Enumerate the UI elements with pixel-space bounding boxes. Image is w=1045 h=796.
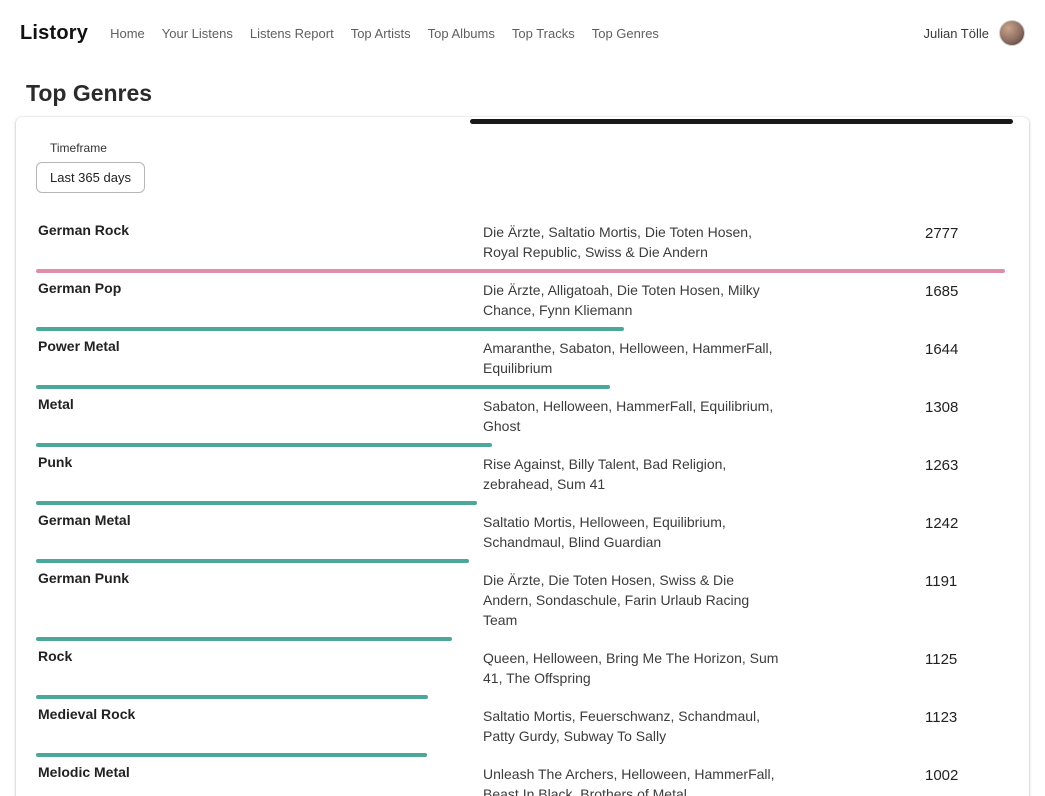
genre-row: Rock Queen, Helloween, Bring Me The Hori… (36, 641, 1005, 699)
genre-name: Punk (36, 454, 483, 470)
top-genres-card: Timeframe Last 365 days German Rock Die … (16, 117, 1029, 796)
genre-bar-track (36, 559, 1005, 563)
nav-item-top-artists[interactable]: Top Artists (351, 26, 411, 41)
genre-count: 1263 (783, 454, 1005, 474)
genre-name: Power Metal (36, 338, 483, 354)
genre-name: German Punk (36, 570, 483, 586)
genre-row: German Metal Saltatio Mortis, Helloween,… (36, 505, 1005, 563)
genre-bar (36, 443, 492, 447)
genre-count: 1123 (783, 706, 1005, 726)
genre-name: German Metal (36, 512, 483, 528)
genre-row: Medieval Rock Saltatio Mortis, Feuerschw… (36, 699, 1005, 757)
genre-bar-track (36, 443, 1005, 447)
genres-table: German Rock Die Ärzte, Saltatio Mortis, … (36, 215, 1005, 796)
genre-name: German Rock (36, 222, 483, 238)
genre-count: 1125 (783, 648, 1005, 668)
user-name: Julian Tölle (923, 26, 989, 41)
genre-bar (36, 559, 469, 563)
genre-bar (36, 637, 452, 641)
genre-row: German Punk Die Ärzte, Die Toten Hosen, … (36, 563, 1005, 641)
genre-row: Melodic Metal Unleash The Archers, Hello… (36, 757, 1005, 796)
genre-bar (36, 269, 1005, 273)
genre-bar (36, 385, 610, 389)
genre-artists: Queen, Helloween, Bring Me The Horizon, … (483, 648, 783, 688)
genre-row: German Pop Die Ärzte, Alligatoah, Die To… (36, 273, 1005, 331)
user-menu[interactable]: Julian Tölle (923, 20, 1025, 46)
genre-artists: Sabaton, Helloween, HammerFall, Equilibr… (483, 396, 783, 436)
genre-artists: Amaranthe, Sabaton, Helloween, HammerFal… (483, 338, 783, 378)
genre-row: Metal Sabaton, Helloween, HammerFall, Eq… (36, 389, 1005, 447)
genre-artists: Saltatio Mortis, Feuerschwanz, Schandmau… (483, 706, 783, 746)
nav-item-home[interactable]: Home (110, 26, 145, 41)
genre-name: Melodic Metal (36, 764, 483, 780)
genre-row: Punk Rise Against, Billy Talent, Bad Rel… (36, 447, 1005, 505)
genre-bar-track (36, 753, 1005, 757)
nav-links: Home Your Listens Listens Report Top Art… (110, 26, 923, 41)
app-logo[interactable]: Listory (20, 22, 88, 45)
genre-artists: Die Ärzte, Die Toten Hosen, Swiss & Die … (483, 570, 783, 630)
nav-item-listens-report[interactable]: Listens Report (250, 26, 334, 41)
timeframe-label: Timeframe (50, 141, 1005, 155)
genre-count: 1308 (783, 396, 1005, 416)
genre-bar-track (36, 269, 1005, 273)
horizontal-scrollbar[interactable] (470, 119, 1013, 124)
genre-bar-track (36, 327, 1005, 331)
genre-bar (36, 501, 477, 505)
genre-row: Power Metal Amaranthe, Sabaton, Hellowee… (36, 331, 1005, 389)
genre-artists: Unleash The Archers, Helloween, HammerFa… (483, 764, 783, 796)
genre-artists: Die Ärzte, Alligatoah, Die Toten Hosen, … (483, 280, 783, 320)
genre-count: 1685 (783, 280, 1005, 300)
timeframe-select[interactable]: Last 365 days (36, 162, 145, 193)
top-navigation: Listory Home Your Listens Listens Report… (0, 0, 1045, 66)
genre-count: 1191 (783, 570, 1005, 590)
nav-item-top-genres[interactable]: Top Genres (592, 26, 659, 41)
genre-count: 1644 (783, 338, 1005, 358)
nav-item-top-albums[interactable]: Top Albums (428, 26, 495, 41)
user-avatar[interactable] (999, 20, 1025, 46)
genre-name: Rock (36, 648, 483, 664)
genre-name: Metal (36, 396, 483, 412)
genre-bar-track (36, 695, 1005, 699)
genre-row: German Rock Die Ärzte, Saltatio Mortis, … (36, 215, 1005, 273)
genre-name: German Pop (36, 280, 483, 296)
genre-bar-track (36, 385, 1005, 389)
nav-item-your-listens[interactable]: Your Listens (162, 26, 233, 41)
genre-artists: Saltatio Mortis, Helloween, Equilibrium,… (483, 512, 783, 552)
genre-bar (36, 327, 624, 331)
genre-count: 2777 (783, 222, 1005, 242)
genre-count: 1242 (783, 512, 1005, 532)
page-title: Top Genres (26, 80, 1045, 107)
genre-artists: Rise Against, Billy Talent, Bad Religion… (483, 454, 783, 494)
genre-count: 1002 (783, 764, 1005, 784)
genre-artists: Die Ärzte, Saltatio Mortis, Die Toten Ho… (483, 222, 783, 262)
genre-bar-track (36, 637, 1005, 641)
genre-bar-track (36, 501, 1005, 505)
genre-bar (36, 753, 427, 757)
nav-item-top-tracks[interactable]: Top Tracks (512, 26, 575, 41)
genre-bar (36, 695, 428, 699)
genre-name: Medieval Rock (36, 706, 483, 722)
